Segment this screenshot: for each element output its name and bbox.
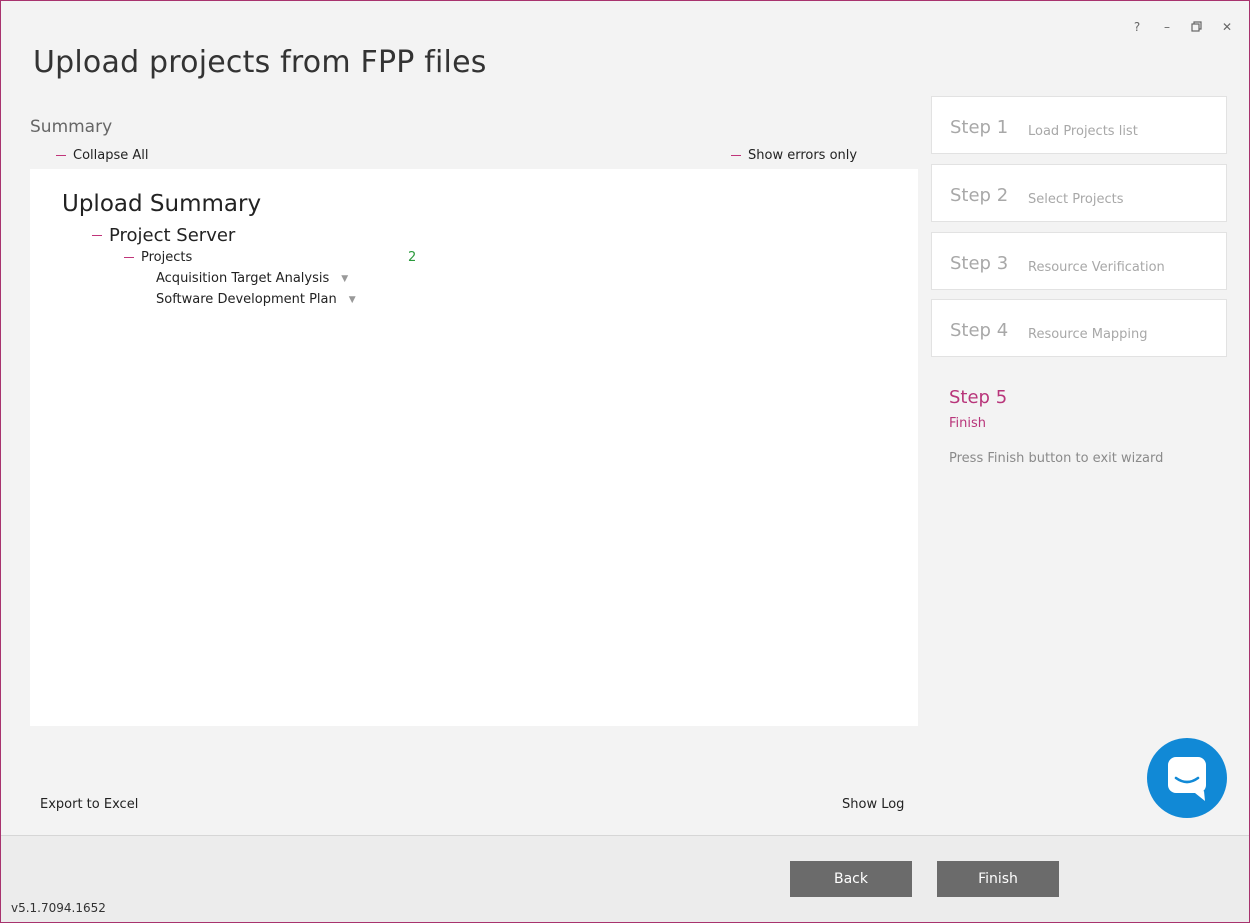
tree-node-label: Project Server	[109, 225, 236, 246]
step-number: Step 2	[950, 185, 1009, 206]
chat-icon	[1168, 757, 1206, 801]
step-card-4: Step 4 Resource Mapping	[931, 299, 1227, 357]
footer-bar: Back Finish v5.1.7094.1652	[1, 835, 1249, 922]
step-name: Select Projects	[1028, 192, 1124, 207]
step-name: Resource Verification	[1028, 260, 1165, 275]
step-name: Resource Mapping	[1028, 327, 1148, 342]
current-step-number: Step 5	[949, 387, 1008, 408]
project-item[interactable]: Acquisition Target Analysis ▼	[156, 271, 348, 286]
project-name: Acquisition Target Analysis	[156, 271, 330, 286]
wizard-window: ? – ✕ Upload projects from FPP files Sum…	[0, 0, 1250, 923]
summary-heading: Summary	[30, 117, 113, 137]
upload-summary-panel: Upload Summary Project Server Projects 2…	[30, 169, 918, 726]
collapse-icon	[56, 154, 66, 157]
projects-count: 2	[408, 250, 417, 265]
restore-icon[interactable]	[1189, 19, 1205, 35]
help-icon[interactable]: ?	[1129, 19, 1145, 35]
step-card-3: Step 3 Resource Verification	[931, 232, 1227, 290]
collapse-all-button[interactable]: Collapse All	[56, 148, 149, 163]
collapse-all-label: Collapse All	[73, 148, 149, 163]
show-errors-only-button[interactable]: Show errors only	[731, 148, 857, 163]
step-card-1: Step 1 Load Projects list	[931, 96, 1227, 154]
step-name: Load Projects list	[1028, 124, 1138, 139]
show-errors-label: Show errors only	[748, 148, 858, 163]
dropdown-arrow-icon[interactable]: ▼	[349, 295, 356, 305]
page-title: Upload projects from FPP files	[33, 45, 487, 80]
chat-button[interactable]	[1147, 738, 1227, 818]
minimize-icon[interactable]: –	[1159, 19, 1175, 35]
version-label: v5.1.7094.1652	[11, 901, 106, 915]
project-item[interactable]: Software Development Plan ▼	[156, 292, 356, 307]
step-card-2: Step 2 Select Projects	[931, 164, 1227, 222]
current-step-description: Press Finish button to exit wizard	[949, 451, 1164, 466]
dropdown-arrow-icon[interactable]: ▼	[341, 274, 348, 284]
collapse-icon	[731, 154, 741, 157]
step-number: Step 3	[950, 253, 1009, 274]
back-button[interactable]: Back	[790, 861, 912, 897]
tree-node-label: Projects	[141, 250, 193, 265]
tree-node-projects[interactable]: Projects	[124, 250, 192, 265]
show-log-link[interactable]: Show Log	[842, 797, 904, 812]
tree-node-project-server[interactable]: Project Server	[92, 225, 235, 246]
finish-button[interactable]: Finish	[937, 861, 1059, 897]
export-to-excel-link[interactable]: Export to Excel	[40, 797, 138, 812]
close-icon[interactable]: ✕	[1219, 19, 1235, 35]
tree-title: Upload Summary	[62, 191, 262, 217]
project-name: Software Development Plan	[156, 292, 337, 307]
window-controls: ? – ✕	[1129, 19, 1235, 35]
collapse-icon	[124, 256, 134, 259]
current-step-name: Finish	[949, 416, 987, 431]
collapse-icon	[92, 234, 102, 237]
step-number: Step 1	[950, 117, 1009, 138]
step-number: Step 4	[950, 320, 1009, 341]
